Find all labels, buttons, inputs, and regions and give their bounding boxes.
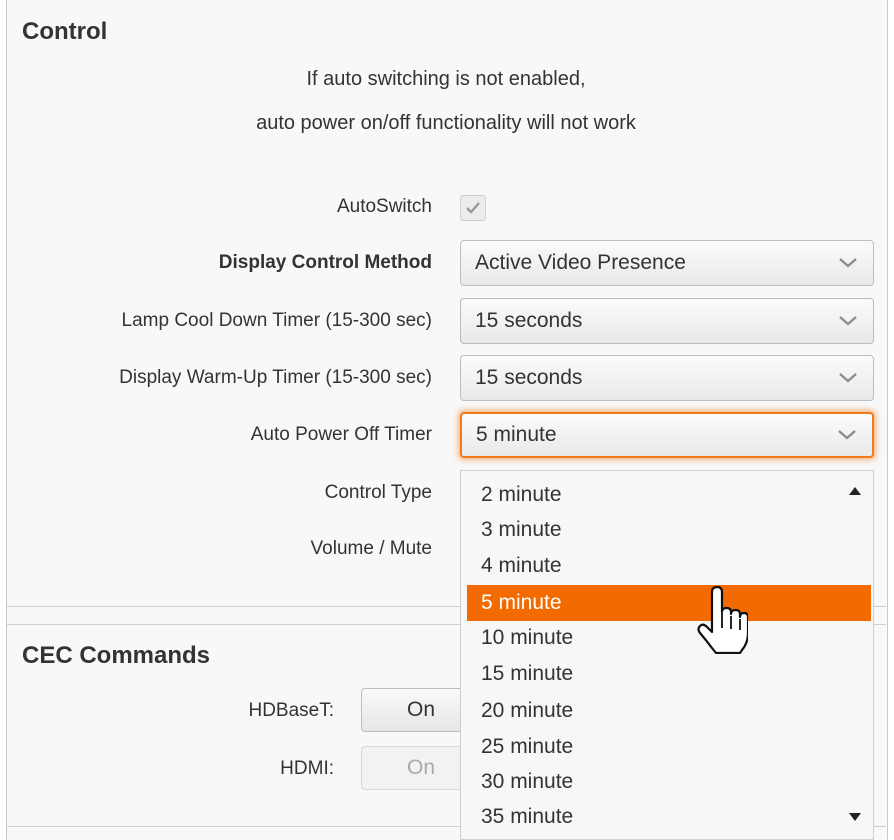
dropdown-option-4-minute[interactable]: 4 minute — [481, 548, 562, 584]
dropdown-option-35-minute[interactable]: 35 minute — [481, 799, 573, 835]
chevron-down-icon — [839, 373, 857, 383]
hand-pointer-icon — [697, 586, 748, 654]
cec-section-title: CEC Commands — [22, 642, 211, 669]
display-warmup-select[interactable]: 15 seconds — [460, 355, 874, 401]
triangle-up-icon[interactable] — [849, 487, 861, 495]
display-control-method-value: Active Video Presence — [475, 251, 686, 274]
dropdown-option-2-minute[interactable]: 2 minute — [481, 477, 562, 513]
autoswitch-label: AutoSwitch — [336, 196, 432, 217]
hdmi-on-label: On — [406, 756, 435, 779]
dropdown-option-20-minute[interactable]: 20 minute — [481, 693, 573, 729]
control-type-label: Control Type — [324, 482, 432, 503]
lamp-cool-down-value: 15 seconds — [475, 309, 583, 332]
chevron-down-icon — [839, 258, 857, 268]
auto-power-off-dropdown-list[interactable]: 2 minute 3 minute 4 minute 5 minute 10 m… — [460, 470, 874, 840]
dropdown-option-25-minute[interactable]: 25 minute — [481, 729, 573, 765]
dropdown-option-30-minute[interactable]: 30 minute — [481, 764, 573, 800]
auto-power-off-value: 5 minute — [476, 423, 557, 446]
notice-line-1: If auto switching is not enabled, — [306, 68, 586, 90]
notice-line-2: auto power on/off functionality will not… — [256, 112, 636, 134]
display-warmup-label: Display Warm-Up Timer (15-300 sec) — [119, 367, 432, 388]
check-icon — [466, 202, 480, 214]
dropdown-option-15-minute[interactable]: 15 minute — [481, 656, 573, 692]
triangle-down-icon[interactable] — [849, 813, 861, 821]
chevron-down-icon — [839, 316, 857, 326]
hdmi-label: HDMI: — [280, 758, 334, 779]
auto-power-off-label: Auto Power Off Timer — [250, 424, 432, 445]
display-control-method-select[interactable]: Active Video Presence — [460, 240, 874, 286]
lamp-cool-down-label: Lamp Cool Down Timer (15-300 sec) — [121, 310, 432, 331]
dropdown-option-5-minute[interactable]: 5 minute — [467, 585, 871, 621]
lamp-cool-down-select[interactable]: 15 seconds — [460, 298, 874, 344]
auto-power-off-select[interactable]: 5 minute — [460, 412, 874, 458]
volume-mute-label: Volume / Mute — [310, 538, 432, 559]
chevron-down-icon — [838, 430, 856, 440]
display-warmup-value: 15 seconds — [475, 366, 583, 389]
dropdown-option-3-minute[interactable]: 3 minute — [481, 512, 562, 548]
dropdown-option-10-minute[interactable]: 10 minute — [481, 620, 573, 656]
hdbaset-label: HDBaseT: — [248, 700, 334, 721]
control-section-title: Control — [22, 18, 108, 45]
hdbaset-on-label: On — [406, 698, 435, 721]
autoswitch-checkbox[interactable] — [460, 195, 486, 221]
display-control-method-label: Display Control Method — [218, 252, 432, 273]
